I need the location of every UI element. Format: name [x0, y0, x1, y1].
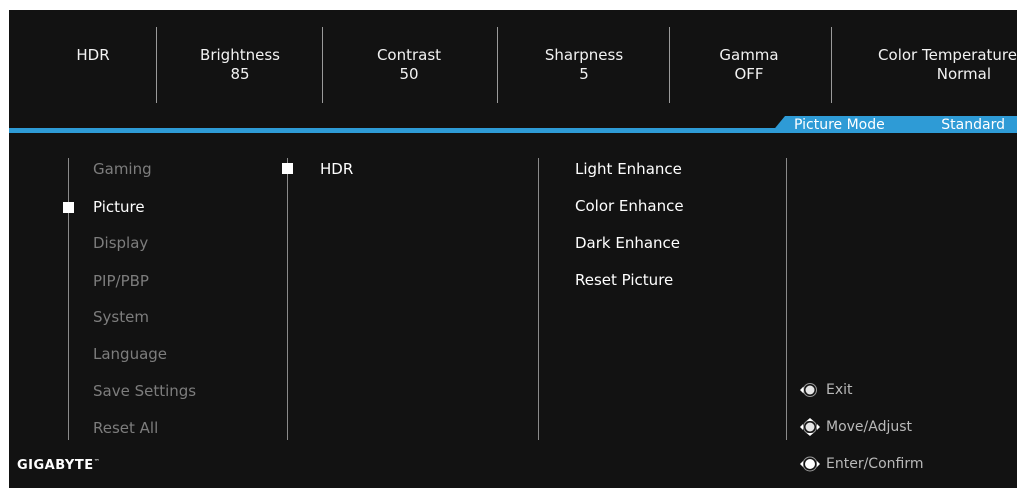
- stat-label: Contrast: [376, 46, 442, 64]
- menu-item-pip-pbp[interactable]: PIP/PBP: [93, 272, 149, 290]
- picture-mode-label: Picture Mode: [794, 117, 885, 133]
- hint-enter-confirm: Enter/Confirm: [797, 455, 923, 473]
- stat-value: 85: [230, 65, 250, 83]
- selection-indicator: [63, 202, 74, 213]
- option-dark-enhance[interactable]: Dark Enhance: [575, 234, 680, 252]
- menu-item-picture[interactable]: Picture: [93, 198, 145, 216]
- stat-contrast: Contrast 50: [334, 46, 484, 84]
- stat-value: Normal: [936, 65, 991, 83]
- stat-divider: [831, 27, 832, 103]
- selection-indicator: [282, 163, 293, 174]
- stat-divider: [156, 27, 157, 103]
- menu-item-reset-all[interactable]: Reset All: [93, 419, 158, 437]
- stat-sharpness: Sharpness 5: [509, 46, 659, 84]
- hint-label: Move/Adjust: [826, 419, 913, 435]
- column-divider: [538, 158, 539, 440]
- joystick-left-icon: [800, 383, 817, 397]
- menu-item-gaming[interactable]: Gaming: [93, 160, 152, 178]
- option-color-enhance[interactable]: Color Enhance: [575, 197, 684, 215]
- hint-exit: Exit: [797, 381, 853, 399]
- menu-item-save-settings[interactable]: Save Settings: [93, 382, 196, 400]
- stat-label: HDR: [76, 46, 110, 64]
- stat-value: 5: [579, 65, 589, 83]
- menu-item-system[interactable]: System: [93, 308, 149, 326]
- stat-brightness: Brightness 85: [175, 46, 305, 84]
- option-light-enhance[interactable]: Light Enhance: [575, 160, 682, 178]
- option-reset-picture[interactable]: Reset Picture: [575, 271, 673, 289]
- stat-value: 50: [399, 65, 419, 83]
- joystick-press-icon: [800, 456, 820, 472]
- stat-hdr: HDR: [53, 46, 133, 65]
- stat-gamma: Gamma OFF: [684, 46, 814, 84]
- stat-label: Brightness: [200, 46, 280, 64]
- stat-label: Color Temperature: [878, 46, 1017, 64]
- column-divider: [786, 158, 787, 440]
- menu-item-language[interactable]: Language: [93, 345, 167, 363]
- stat-divider: [497, 27, 498, 103]
- column-divider: [287, 158, 288, 440]
- osd-menu: HDR Brightness 85 Contrast 50 Sharpness …: [9, 10, 1017, 488]
- column-divider: [68, 158, 69, 440]
- stat-divider: [322, 27, 323, 103]
- picture-mode-value: Standard: [941, 117, 1005, 133]
- stat-divider: [669, 27, 670, 103]
- stat-label: Sharpness: [544, 46, 624, 64]
- gigabyte-logo: GIGABYTE™: [17, 458, 100, 473]
- joystick-four-way-icon: [800, 418, 820, 436]
- brand-name: GIGABYTE: [17, 458, 94, 473]
- submenu-item-hdr[interactable]: HDR: [320, 160, 353, 178]
- hint-label: Exit: [826, 382, 853, 398]
- hint-label: Enter/Confirm: [826, 456, 924, 472]
- stat-color-temperature: Color Temperature Normal: [845, 46, 1017, 84]
- stat-label: Gamma: [719, 46, 779, 64]
- stat-value: OFF: [734, 65, 764, 83]
- trademark-mark: ™: [93, 458, 101, 466]
- status-bar: HDR Brightness 85 Contrast 50 Sharpness …: [9, 10, 1017, 110]
- hint-move-adjust: Move/Adjust: [797, 418, 912, 436]
- menu-item-display[interactable]: Display: [93, 234, 148, 252]
